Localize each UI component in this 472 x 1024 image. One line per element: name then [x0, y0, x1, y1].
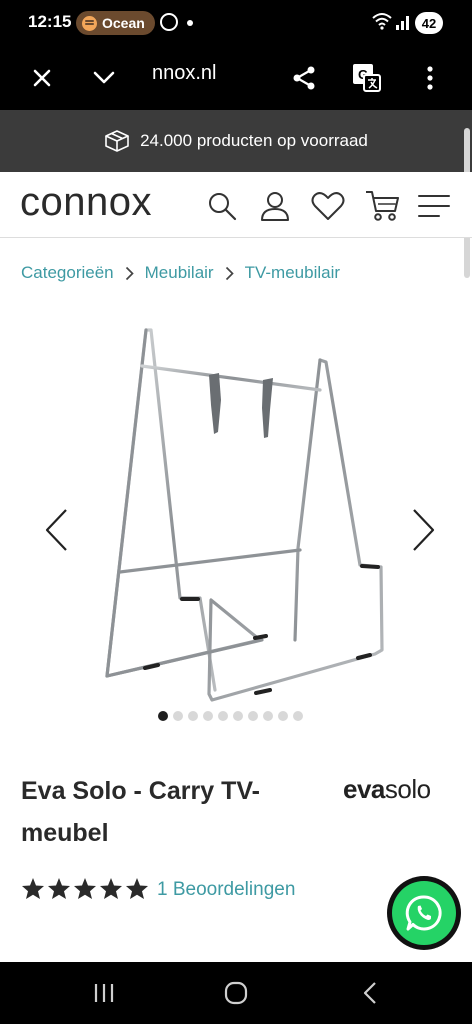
gallery-prev-button[interactable]: [38, 507, 74, 553]
back-icon: [363, 982, 376, 1004]
whatsapp-chat-button[interactable]: [387, 876, 461, 950]
home-button[interactable]: [216, 978, 256, 1008]
gallery-dot[interactable]: [293, 711, 303, 721]
system-nav-bar: [0, 962, 472, 1024]
translate-button[interactable]: G: [347, 58, 387, 98]
gallery-dot[interactable]: [233, 711, 243, 721]
star-icon: [100, 878, 122, 899]
gallery-dot[interactable]: [248, 711, 258, 721]
box-icon: [105, 130, 129, 152]
stock-banner: 24.000 producten op voorraad: [0, 110, 472, 172]
gallery-dot[interactable]: [158, 711, 168, 721]
more-vertical-icon: [427, 66, 433, 90]
translate-icon: G: [353, 64, 381, 92]
star-icon: [48, 878, 70, 899]
gallery-next-button[interactable]: [406, 507, 442, 553]
gallery-dot[interactable]: [173, 711, 183, 721]
spotify-pill: Ocean: [76, 11, 155, 35]
url-text[interactable]: nnox.nl: [152, 62, 217, 85]
user-icon: [261, 192, 289, 221]
product-gallery[interactable]: [0, 300, 472, 730]
account-button[interactable]: [257, 189, 293, 223]
page: 12:15 Ocean 42 nnox.nl G 24.000 producte…: [0, 0, 472, 1024]
cart-button[interactable]: [364, 189, 400, 223]
gallery-dot[interactable]: [263, 711, 273, 721]
heart-icon: [311, 192, 345, 220]
cart-icon: [366, 191, 399, 221]
share-icon: [293, 66, 315, 90]
hamburger-icon: [418, 195, 450, 217]
star-icon: [126, 878, 148, 899]
status-bar: 12:15 Ocean 42: [0, 0, 472, 46]
browser-menu-button[interactable]: [410, 58, 450, 98]
back-button[interactable]: [350, 978, 390, 1008]
chevron-right-icon: [225, 266, 234, 281]
chevron-left-icon: [45, 509, 67, 551]
gallery-dot[interactable]: [188, 711, 198, 721]
star-icon: [74, 878, 96, 899]
search-icon: [209, 193, 237, 221]
breadcrumb-categories[interactable]: Categorieën: [21, 263, 114, 283]
gallery-dot[interactable]: [203, 711, 213, 721]
wishlist-button[interactable]: [310, 189, 346, 223]
chevron-right-icon: [125, 266, 134, 281]
notification-dot-icon: [187, 20, 193, 26]
spotify-pill-label: Ocean: [102, 15, 145, 31]
status-time: 12:15: [28, 12, 72, 31]
breadcrumb-meubilair[interactable]: Meubilair: [145, 263, 214, 283]
chevron-down-icon: [93, 71, 115, 84]
collapse-button[interactable]: [84, 58, 124, 98]
close-icon: [33, 69, 51, 87]
whatsapp-status-icon: [160, 13, 178, 31]
home-icon: [224, 981, 248, 1005]
spotify-icon: [82, 15, 97, 31]
breadcrumb-tv-meubilair[interactable]: TV-meubilair: [245, 263, 340, 283]
reviews-link[interactable]: 1 Beoordelingen: [157, 879, 295, 901]
recents-icon: [94, 984, 114, 1002]
search-button[interactable]: [204, 189, 240, 223]
rating-stars[interactable]: [21, 877, 149, 901]
brand-logo[interactable]: evasolo: [343, 774, 431, 805]
share-button[interactable]: [284, 58, 324, 98]
star-icon: [22, 878, 44, 899]
battery-indicator: 42: [415, 12, 443, 34]
brand-logo-part2: solo: [384, 774, 431, 804]
gallery-dot[interactable]: [218, 711, 228, 721]
breadcrumb: Categorieën Meubilair TV-meubilair: [21, 263, 340, 283]
browser-toolbar: nnox.nl G: [0, 46, 472, 110]
close-tab-button[interactable]: [22, 58, 62, 98]
site-logo[interactable]: connox: [20, 180, 152, 225]
gallery-dots: [158, 711, 303, 721]
brand-logo-part1: eva: [343, 774, 385, 804]
recents-button[interactable]: [84, 978, 124, 1008]
wifi-icon: [372, 13, 392, 30]
stock-banner-text: 24.000 producten op voorraad: [140, 131, 368, 150]
product-title: Eva Solo - Carry TV-meubel: [21, 777, 260, 847]
chevron-right-icon: [413, 509, 435, 551]
signal-icon: [396, 16, 409, 30]
site-header: connox: [0, 172, 472, 238]
menu-button[interactable]: [416, 189, 452, 223]
whatsapp-icon: [392, 881, 456, 945]
gallery-dot[interactable]: [278, 711, 288, 721]
